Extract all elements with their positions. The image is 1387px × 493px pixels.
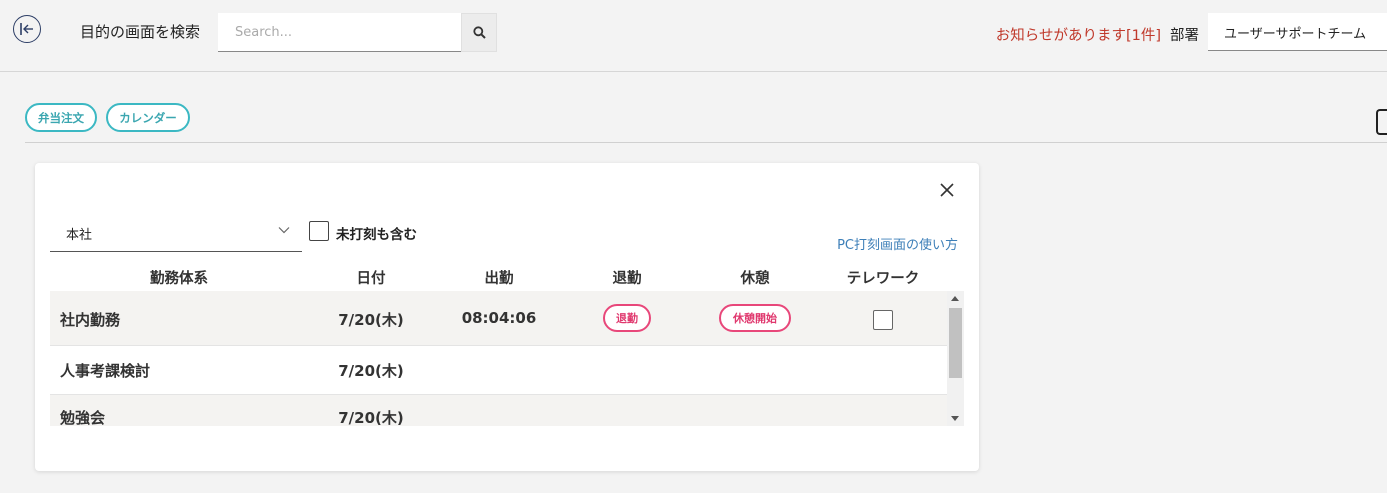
col-work-type: 勤務体系	[150, 271, 208, 287]
howto-link[interactable]: PC打刻画面の使い方	[837, 234, 958, 253]
table-row: 人事考課検討 7/20(木)	[50, 346, 947, 394]
date-cell: 7/20(木)	[338, 409, 404, 426]
table-header: 勤務体系 日付 出勤 退勤 休憩 テレワーク	[50, 263, 947, 291]
clock-in-cell: 08:04:06	[461, 309, 537, 327]
close-button[interactable]	[937, 180, 957, 200]
clock-out-button-label: 退勤	[616, 312, 638, 325]
top-header: 目的の画面を検索 お知らせがあります[1件] 部署 ユーザーサポートチーム	[0, 0, 1387, 72]
table-row: 社内勤務 7/20(木) 08:04:06 退勤 休憩開始	[50, 291, 947, 345]
search-icon	[472, 26, 486, 39]
office-value: 本社	[66, 228, 93, 243]
chevron-down-icon	[278, 227, 290, 234]
department-select[interactable]: ユーザーサポートチーム	[1208, 13, 1387, 51]
scroll-up-arrow-icon[interactable]	[951, 296, 959, 301]
notice-link[interactable]: お知らせがあります[1件]	[996, 24, 1161, 45]
scroll-down-arrow-icon[interactable]	[951, 416, 959, 421]
close-icon	[940, 183, 954, 197]
date-cell: 7/20(木)	[338, 311, 404, 329]
arrow-left-bar-icon	[20, 23, 33, 35]
table-scrollbar[interactable]	[947, 291, 964, 426]
calendar-label: カレンダー	[119, 110, 177, 125]
work-type-cell: 勉強会	[60, 409, 106, 426]
col-clock-in: 出勤	[484, 271, 514, 287]
start-break-button-label: 休憩開始	[733, 312, 777, 325]
col-telework: テレワーク	[846, 271, 920, 287]
calendar-button[interactable]: カレンダー	[106, 103, 190, 132]
time-punch-panel: 本社 未打刻も含む PC打刻画面の使い方 勤務体系 日付 出勤 退勤 休憩 テレ…	[35, 163, 979, 471]
search-button[interactable]	[461, 13, 497, 52]
collapse-sidebar-button[interactable]	[13, 15, 41, 43]
department-label: 部署	[1170, 28, 1199, 44]
divider	[25, 142, 1387, 143]
screen-search-input[interactable]	[218, 13, 461, 52]
department-value: ユーザーサポートチーム	[1224, 27, 1367, 42]
work-type-cell: 人事考課検討	[60, 362, 151, 380]
col-clock-out: 退勤	[612, 271, 642, 287]
bento-order-label: 弁当注文	[38, 110, 84, 125]
start-break-button[interactable]: 休憩開始	[719, 304, 791, 332]
scroll-thumb[interactable]	[949, 308, 962, 378]
work-type-cell: 社内勤務	[60, 311, 121, 329]
table-body[interactable]: 社内勤務 7/20(木) 08:04:06 退勤 休憩開始 人事考課検討 7/2…	[50, 291, 964, 426]
include-unpunched-label: 未打刻も含む	[336, 227, 417, 243]
office-select[interactable]: 本社	[50, 219, 302, 252]
side-panel-toggle[interactable]	[1376, 109, 1387, 135]
search-label: 目的の画面を検索	[80, 23, 201, 41]
col-break: 休憩	[740, 271, 770, 287]
clock-out-button[interactable]: 退勤	[603, 304, 651, 332]
bento-order-button[interactable]: 弁当注文	[25, 103, 97, 132]
telework-checkbox[interactable]	[873, 310, 893, 330]
date-cell: 7/20(木)	[338, 362, 404, 380]
table-row: 勉強会 7/20(木)	[50, 395, 947, 426]
include-unpunched-checkbox[interactable]	[309, 221, 329, 241]
col-date: 日付	[356, 271, 386, 287]
